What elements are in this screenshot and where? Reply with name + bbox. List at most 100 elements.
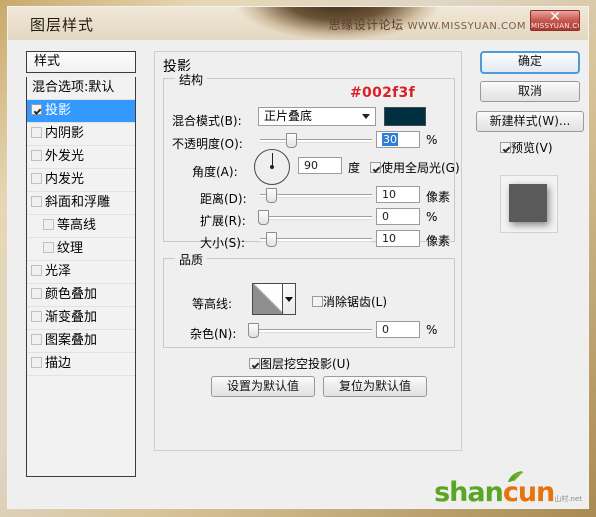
effects-list-item[interactable]: 投影: [27, 100, 135, 123]
preview-shape: [509, 184, 547, 222]
effects-list-item[interactable]: 等高线: [27, 215, 135, 238]
effect-checkbox[interactable]: [31, 288, 42, 299]
preview-row[interactable]: 预览(V): [500, 139, 553, 156]
opacity-label: 不透明度(O):: [172, 137, 243, 151]
distance-label: 距离(D):: [200, 192, 247, 206]
size-slider-knob[interactable]: [266, 232, 277, 247]
effect-checkbox[interactable]: [31, 311, 42, 322]
contour-dropdown-arrow-icon[interactable]: [282, 284, 295, 314]
effect-label: 渐变叠加: [45, 310, 98, 325]
distance-unit: 像素: [426, 190, 451, 204]
structure-group-caption: 结构: [175, 71, 208, 88]
effects-list[interactable]: 混合选项:默认投影内阴影外发光内发光斜面和浮雕等高线纹理光泽颜色叠加渐变叠加图案…: [26, 77, 136, 477]
angle-label: 角度(A):: [192, 165, 238, 179]
size-slider[interactable]: [260, 232, 372, 247]
effects-list-item[interactable]: 光泽: [27, 261, 135, 284]
effect-checkbox[interactable]: [31, 173, 42, 184]
new-style-button[interactable]: 新建样式(W)...: [476, 111, 584, 132]
distance-input[interactable]: 10: [376, 186, 420, 203]
spread-value: 0: [382, 210, 389, 223]
anti-alias-row[interactable]: 消除锯齿(L): [312, 293, 387, 310]
chevron-down-icon: [362, 114, 370, 119]
contour-thumbnail: [253, 284, 285, 314]
size-label: 大小(S):: [200, 236, 246, 250]
knockout-row[interactable]: 图层挖空投影(U): [249, 355, 350, 372]
distance-slider[interactable]: [260, 188, 372, 203]
noise-slider-track: [250, 329, 372, 333]
effect-checkbox[interactable]: [31, 357, 42, 368]
effect-label: 等高线: [57, 218, 97, 233]
effects-list-item[interactable]: 渐变叠加: [27, 307, 135, 330]
effect-label: 图案叠加: [45, 333, 98, 348]
effect-label: 内发光: [45, 172, 85, 187]
opacity-input[interactable]: 30: [376, 131, 420, 148]
size-value: 10: [382, 232, 396, 245]
effects-list-item[interactable]: 混合选项:默认: [27, 77, 135, 100]
angle-dial[interactable]: [254, 149, 290, 185]
spread-input[interactable]: 0: [376, 208, 420, 225]
effects-list-item[interactable]: 外发光: [27, 146, 135, 169]
effect-checkbox[interactable]: [31, 104, 42, 115]
watermark-cn-text: 思缘设计论坛: [328, 18, 404, 32]
effect-label: 光泽: [45, 264, 72, 279]
noise-slider[interactable]: [248, 323, 372, 338]
effect-checkbox[interactable]: [31, 196, 42, 207]
spread-slider[interactable]: [258, 210, 372, 225]
site-logo: shancun山村.net: [434, 479, 582, 506]
global-light-row[interactable]: 使用全局光(G): [370, 159, 460, 176]
effect-checkbox[interactable]: [43, 242, 54, 253]
title-bar: 图层样式 思缘设计论坛 WWW.MISSYUAN.COM ✕ MISSYUAN.C…: [8, 7, 588, 40]
effect-label: 斜面和浮雕: [45, 195, 111, 210]
contour-label: 等高线:: [192, 297, 233, 311]
effect-checkbox[interactable]: [31, 334, 42, 345]
styles-list-header[interactable]: 样式: [26, 51, 136, 73]
opacity-slider-knob[interactable]: [286, 133, 297, 148]
angle-value: 90: [304, 159, 318, 172]
effect-label: 混合选项:默认: [32, 80, 115, 95]
angle-input[interactable]: 90: [298, 157, 342, 174]
noise-input[interactable]: 0: [376, 321, 420, 338]
effects-list-item[interactable]: 内阴影: [27, 123, 135, 146]
effects-list-item[interactable]: 描边: [27, 353, 135, 376]
opacity-slider-track: [260, 139, 372, 143]
size-input[interactable]: 10: [376, 230, 420, 247]
effects-list-item[interactable]: 图案叠加: [27, 330, 135, 353]
distance-slider-knob[interactable]: [266, 188, 277, 203]
effects-list-item[interactable]: 纹理: [27, 238, 135, 261]
blend-mode-select[interactable]: 正片叠底: [258, 107, 376, 126]
spread-slider-knob[interactable]: [258, 210, 269, 225]
set-default-button[interactable]: 设置为默认值: [211, 376, 315, 397]
preview-checkbox[interactable]: [500, 142, 511, 153]
size-unit: 像素: [426, 234, 451, 248]
opacity-value: 30: [382, 133, 398, 146]
style-preview-thumbnail: [500, 175, 558, 233]
noise-unit: %: [426, 323, 438, 337]
reset-default-button[interactable]: 复位为默认值: [323, 376, 427, 397]
anti-alias-checkbox[interactable]: [312, 296, 323, 307]
logo-tiny-cn: 山村: [554, 495, 569, 503]
effect-checkbox[interactable]: [31, 150, 42, 161]
global-light-label: 使用全局光(G): [381, 161, 460, 175]
effects-list-item[interactable]: 内发光: [27, 169, 135, 192]
effect-checkbox[interactable]: [31, 127, 42, 138]
contour-preset-picker[interactable]: [252, 283, 296, 315]
angle-dial-hub: [270, 165, 274, 169]
angle-unit: 度: [348, 161, 361, 175]
effect-checkbox[interactable]: [43, 219, 54, 230]
logo-text-orange: cun: [502, 477, 555, 508]
knockout-checkbox[interactable]: [249, 358, 260, 369]
global-light-checkbox[interactable]: [370, 162, 381, 173]
shadow-color-swatch[interactable]: [384, 107, 426, 126]
distance-value: 10: [382, 188, 396, 201]
opacity-slider[interactable]: [260, 133, 372, 148]
blend-mode-value: 正片叠底: [264, 109, 313, 123]
ok-button[interactable]: 确定: [480, 51, 580, 74]
effect-checkbox[interactable]: [31, 265, 42, 276]
close-button[interactable]: ✕ MISSYUAN.COM: [530, 10, 580, 31]
effects-list-item[interactable]: 颜色叠加: [27, 284, 135, 307]
quality-group-caption: 品质: [175, 251, 208, 268]
cancel-button[interactable]: 取消: [480, 81, 580, 102]
effect-label: 内阴影: [45, 126, 85, 141]
noise-slider-knob[interactable]: [248, 323, 259, 338]
effects-list-item[interactable]: 斜面和浮雕: [27, 192, 135, 215]
